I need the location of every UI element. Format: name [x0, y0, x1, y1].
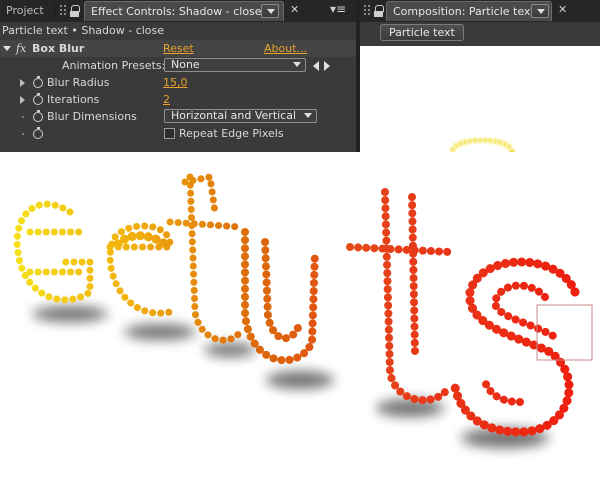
- animation-presets-row: Animation Presets: None: [0, 57, 356, 74]
- preview-particles: [449, 137, 515, 152]
- effect-controls-panel: Project Effect Controls: Shadow - close …: [0, 0, 356, 152]
- breadcrumb: Particle text • Shadow - close: [0, 23, 356, 39]
- drop-shadows: [32, 306, 549, 448]
- composition-name-button[interactable]: Particle text: [380, 24, 464, 41]
- expand-triangle-icon[interactable]: [20, 79, 25, 87]
- panel-grip-icon[interactable]: [364, 5, 372, 17]
- animation-presets-value: None: [171, 58, 200, 71]
- about-link[interactable]: About...: [264, 40, 307, 57]
- reset-link[interactable]: Reset: [163, 40, 194, 57]
- property-label: Blur Dimensions: [47, 110, 137, 123]
- preview-arc: [449, 137, 515, 152]
- tab-composition[interactable]: Composition: Particle text: [386, 1, 552, 21]
- fx-badge[interactable]: fx: [16, 40, 26, 57]
- tab-effect-controls[interactable]: Effect Controls: Shadow - close: [84, 1, 284, 21]
- prev-preset-icon[interactable]: [313, 61, 319, 71]
- stopwatch-icon[interactable]: [33, 76, 43, 88]
- shadow: [32, 306, 108, 322]
- tree-dot: [22, 133, 24, 135]
- particle-letter: [241, 228, 319, 365]
- blur-dimensions-select[interactable]: Horizontal and Vertical: [164, 109, 317, 123]
- particle-letters: [13, 172, 580, 437]
- property-row-blur-dimensions[interactable]: Blur Dimensions Horizontal and Vertical: [0, 108, 356, 125]
- after-effects-ui: Project Effect Controls: Shadow - close …: [0, 0, 600, 152]
- blur-radius-value[interactable]: 15,0: [163, 74, 188, 91]
- particle-letter: [346, 188, 454, 405]
- stopwatch-icon[interactable]: [33, 110, 43, 122]
- animation-presets-select[interactable]: None: [164, 58, 306, 72]
- property-label: Iterations: [47, 93, 100, 106]
- property-row-repeat-edge[interactable]: Repeat Edge Pixels: [0, 125, 356, 142]
- composition-tabbar: Composition: Particle text ✕: [360, 0, 600, 22]
- panel-menu-icon[interactable]: ▾≡: [330, 2, 346, 16]
- effect-row-box-blur[interactable]: fx Box Blur Reset About...: [0, 40, 356, 57]
- tab-composition-label: Composition: Particle text: [393, 5, 535, 18]
- tab-dropdown-icon[interactable]: [261, 4, 279, 18]
- tab-project[interactable]: Project: [6, 1, 44, 21]
- close-icon[interactable]: ✕: [558, 3, 567, 16]
- lock-icon[interactable]: [374, 5, 384, 17]
- checkbox-icon[interactable]: [164, 128, 175, 139]
- tab-separator: [54, 3, 55, 19]
- composition-viewer[interactable]: [360, 46, 600, 152]
- iterations-value[interactable]: 2: [163, 91, 170, 108]
- tab-dropdown-icon[interactable]: [531, 4, 549, 18]
- chevron-down-icon: [304, 113, 312, 118]
- composition-preview: [449, 137, 515, 152]
- close-icon[interactable]: ✕: [290, 3, 299, 16]
- repeat-edge-pixels-label: Repeat Edge Pixels: [179, 127, 284, 140]
- render-canvas: [0, 152, 600, 500]
- particle-letter: [481, 281, 559, 406]
- lock-icon[interactable]: [70, 5, 80, 17]
- panel-grip-icon[interactable]: [60, 5, 68, 17]
- tab-effect-controls-label: Effect Controls: Shadow - close: [91, 5, 262, 18]
- particle-letter: [166, 173, 244, 344]
- property-row-blur-radius[interactable]: Blur Radius 15,0: [0, 74, 356, 91]
- effect-controls-tabbar: Project Effect Controls: Shadow - close …: [0, 0, 356, 22]
- particle-letter: [13, 200, 94, 304]
- particle-text-render: [13, 172, 593, 448]
- chevron-down-icon: [293, 62, 301, 67]
- effect-name: Box Blur: [32, 42, 85, 55]
- property-row-iterations[interactable]: Iterations 2: [0, 91, 356, 108]
- blur-dimensions-value: Horizontal and Vertical: [171, 109, 297, 122]
- collapse-triangle-icon[interactable]: [3, 46, 11, 51]
- property-label: Blur Radius: [47, 76, 110, 89]
- stopwatch-icon[interactable]: [33, 93, 43, 105]
- shadow: [124, 324, 196, 340]
- expand-triangle-icon[interactable]: [20, 96, 25, 104]
- tree-dot: [22, 116, 24, 118]
- animation-presets-label: Animation Presets:: [62, 59, 166, 72]
- shadow: [266, 371, 334, 389]
- shadow: [204, 343, 256, 357]
- breadcrumb-text: Particle text • Shadow - close: [2, 24, 165, 37]
- composition-panel: Composition: Particle text ✕ Particle te…: [360, 0, 600, 152]
- stopwatch-icon[interactable]: [33, 127, 43, 139]
- particle-letter: [113, 231, 170, 249]
- next-preset-icon[interactable]: [324, 61, 330, 71]
